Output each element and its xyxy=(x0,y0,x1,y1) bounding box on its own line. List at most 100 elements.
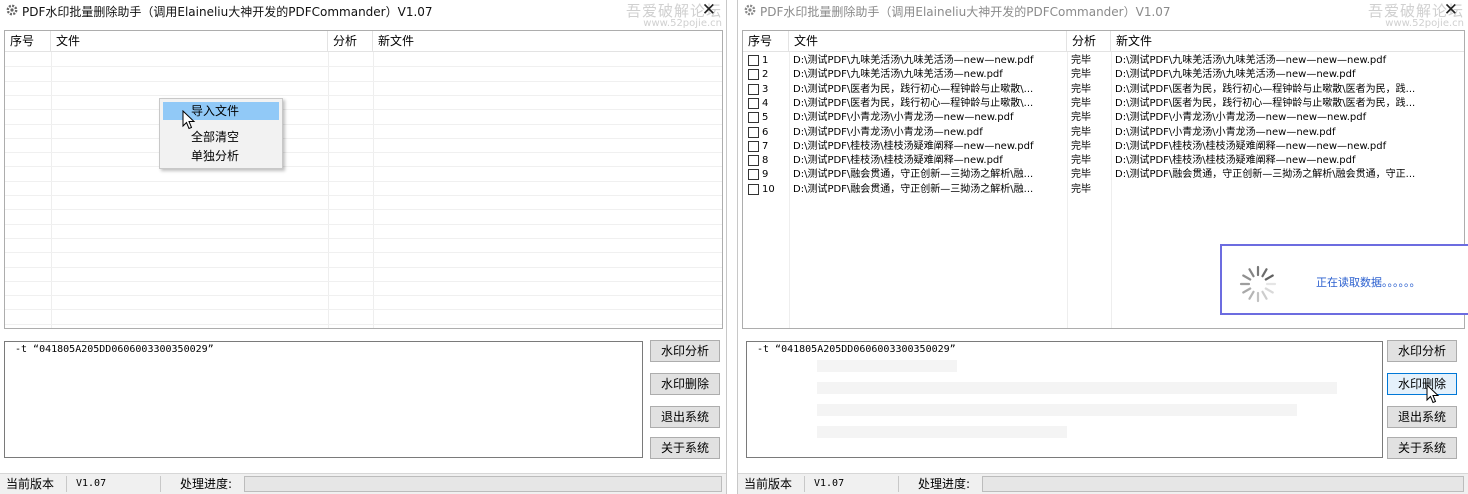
grid-line xyxy=(5,237,722,239)
progress-bar xyxy=(982,476,1464,492)
row-new-file-path: D:\测试PDF\九味羌活汤\九味羌活汤—new—new.pdf xyxy=(1115,69,1356,81)
exit-button[interactable]: 退出系统 xyxy=(650,406,720,428)
table-row[interactable]: 9 D:\测试PDF\融会贯通，守正创新—三拗汤之解析\融... 完毕 D:\测试PD… xyxy=(743,168,1464,182)
list-header: 序号 文件 分析 新文件 xyxy=(5,31,722,52)
column-header-new-file[interactable]: 新文件 xyxy=(1111,31,1464,51)
title-bar: PDF水印批量删除助手（调用Elaineliu大神开发的PDFCommander… xyxy=(738,0,1468,29)
grid-line xyxy=(5,323,722,325)
window-title: PDF水印批量删除助手（调用Elaineliu大神开发的PDFCommander… xyxy=(760,5,1171,19)
row-index: 6 xyxy=(762,126,769,138)
column-header-analysis[interactable]: 分析 xyxy=(1067,31,1111,51)
row-analysis-status: 完毕 xyxy=(1071,140,1091,152)
grid-line xyxy=(5,137,722,139)
command-textbox[interactable]: -t “041805A205DD0606003300350029” xyxy=(4,341,643,458)
grid-line xyxy=(5,195,722,196)
row-index: 9 xyxy=(762,169,769,181)
grid-line xyxy=(5,66,722,68)
row-checkbox[interactable] xyxy=(748,112,759,124)
column-header-index[interactable]: 序号 xyxy=(743,31,789,51)
table-row[interactable]: 3 D:\测试PDF\医者为民，践行初心—程钟龄与止嗽散\... 完毕 D:\测试PD… xyxy=(743,83,1464,97)
column-header-analysis[interactable]: 分析 xyxy=(328,31,373,51)
column-header-index[interactable]: 序号 xyxy=(5,31,51,51)
grid-line xyxy=(5,280,722,282)
window-title: PDF水印批量删除助手（调用Elaineliu大神开发的PDFCommander… xyxy=(22,5,433,19)
status-bar: 当前版本 V1.07 处理进度: xyxy=(0,473,726,494)
row-analysis-status: 完毕 xyxy=(1071,55,1091,66)
row-index: 4 xyxy=(762,97,769,109)
table-row[interactable]: 4 D:\测试PDF\医者为民，践行初心—程钟龄与止嗽散\... 完毕 D:\测试PD… xyxy=(743,97,1464,111)
grid-line xyxy=(5,109,722,111)
row-checkbox[interactable] xyxy=(748,69,759,81)
table-row[interactable]: 7 D:\测试PDF\桂枝汤\桂枝汤疑难阐释—new—new.pdf 完毕 D:\测试… xyxy=(743,140,1464,154)
row-checkbox[interactable] xyxy=(748,97,759,109)
table-row[interactable]: 5 D:\测试PDF\小青龙汤\小青龙汤—new—new.pdf 完毕 D:\测试PD… xyxy=(743,111,1464,125)
column-header-new-file[interactable]: 新文件 xyxy=(373,31,722,51)
close-button[interactable]: ✕ xyxy=(702,0,716,20)
watermark-url: www.52pojie.cn xyxy=(1385,18,1464,29)
menu-item-analyze-single[interactable]: 单独分析 xyxy=(163,147,279,165)
grid-line xyxy=(5,180,722,182)
row-file-path: D:\测试PDF\融会贯通，守正创新—三拗汤之解析\融... xyxy=(793,169,1034,181)
watermark-analyze-button[interactable]: 水印分析 xyxy=(1387,340,1457,362)
row-index: 5 xyxy=(762,112,769,124)
row-new-file-path: D:\测试PDF\医者为民，践行初心—程钟龄与止嗽散\医者为民，践... xyxy=(1115,97,1416,109)
file-list[interactable]: 序号 文件 分析 新文件 xyxy=(4,30,723,329)
loading-text: 正在读取数据。。。。。。 xyxy=(1316,276,1421,289)
row-new-file-path: D:\测试PDF\小青龙汤\小青龙汤—new—new—new.pdf xyxy=(1115,112,1367,124)
context-menu: 导入文件 全部清空 单独分析 xyxy=(159,98,283,169)
table-row[interactable]: 1 D:\测试PDF\九味羌活汤\九味羌活汤—new—new.pdf 完毕 D:\测试… xyxy=(743,54,1464,68)
mouse-cursor-icon xyxy=(1426,384,1440,404)
spinner-segment xyxy=(1261,290,1268,300)
row-file-path: D:\测试PDF\融会贯通，守正创新—三拗汤之解析\融... xyxy=(793,183,1034,195)
list-header: 序号 文件 分析 新文件 xyxy=(743,31,1464,52)
table-row[interactable]: 2 D:\测试PDF\九味羌活汤\九味羌活汤—new.pdf 完毕 D:\测试PDF\… xyxy=(743,68,1464,82)
row-checkbox[interactable] xyxy=(748,155,759,167)
table-row[interactable]: 6 D:\测试PDF\小青龙汤\小青龙汤—new.pdf 完毕 D:\测试PDF\小青… xyxy=(743,126,1464,140)
row-checkbox[interactable] xyxy=(748,140,759,152)
row-index: 1 xyxy=(762,55,769,66)
row-file-path: D:\测试PDF\小青龙汤\小青龙汤—new—new.pdf xyxy=(793,112,1014,124)
row-index: 3 xyxy=(762,83,769,95)
list-body xyxy=(5,52,722,328)
row-checkbox[interactable] xyxy=(748,183,759,195)
table-row[interactable]: 8 D:\测试PDF\桂枝汤\桂枝汤疑难阐释—new.pdf 完毕 D:\测试PDF\… xyxy=(743,154,1464,168)
command-textbox[interactable]: -t “041805A205DD0606003300350029” xyxy=(746,341,1383,458)
row-checkbox[interactable] xyxy=(748,169,759,181)
row-file-path: D:\测试PDF\桂枝汤\桂枝汤疑难阐释—new—new.pdf xyxy=(793,140,1034,152)
row-file-path: D:\测试PDF\九味羌活汤\九味羌活汤—new.pdf xyxy=(793,69,1003,81)
version-label: 当前版本 xyxy=(6,477,55,491)
version-label: 当前版本 xyxy=(744,477,793,491)
row-index: 10 xyxy=(762,183,775,195)
row-index: 8 xyxy=(762,155,769,167)
row-analysis-status: 完毕 xyxy=(1071,69,1091,81)
about-button[interactable]: 关于系统 xyxy=(1387,437,1457,459)
watermark-delete-button[interactable]: 水印删除 xyxy=(650,373,720,395)
close-button[interactable]: ✕ xyxy=(1444,0,1458,20)
loading-popup: 正在读取数据。。。。。。 xyxy=(1220,244,1468,315)
about-button[interactable]: 关于系统 xyxy=(650,437,720,459)
watermark-analyze-button[interactable]: 水印分析 xyxy=(650,340,720,362)
row-analysis-status: 完毕 xyxy=(1071,83,1091,95)
row-file-path: D:\测试PDF\九味羌活汤\九味羌活汤—new—new.pdf xyxy=(793,55,1034,66)
spinner-segment xyxy=(1242,274,1252,281)
gear-icon xyxy=(6,4,18,16)
row-new-file-path: D:\测试PDF\九味羌活汤\九味羌活汤—new—new—new.pdf xyxy=(1115,55,1387,66)
menu-item-import-file[interactable]: 导入文件 xyxy=(163,102,279,120)
row-checkbox[interactable] xyxy=(748,83,759,95)
row-analysis-status: 完毕 xyxy=(1071,112,1091,124)
table-row[interactable]: 10 D:\测试PDF\融会贯通，守正创新—三拗汤之解析\融... 完毕 xyxy=(743,183,1464,197)
column-header-file[interactable]: 文件 xyxy=(789,31,1067,51)
status-bar: 当前版本 V1.07 处理进度: xyxy=(738,473,1468,494)
title-bar: PDF水印批量删除助手（调用Elaineliu大神开发的PDFCommander… xyxy=(0,0,726,29)
column-header-file[interactable]: 文件 xyxy=(51,31,328,51)
row-analysis-status: 完毕 xyxy=(1071,97,1091,109)
grid-line xyxy=(5,209,722,211)
menu-item-clear-all[interactable]: 全部清空 xyxy=(163,128,279,146)
row-new-file-path: D:\测试PDF\医者为民，践行初心—程钟龄与止嗽散\医者为民，践... xyxy=(1115,83,1416,95)
row-checkbox[interactable] xyxy=(748,126,759,138)
spinner-segment xyxy=(1248,290,1255,300)
exit-button[interactable]: 退出系统 xyxy=(1387,406,1457,428)
row-checkbox[interactable] xyxy=(748,55,759,66)
watermark-delete-button[interactable]: 水印删除 xyxy=(1387,373,1457,395)
row-analysis-status: 完毕 xyxy=(1071,183,1091,195)
